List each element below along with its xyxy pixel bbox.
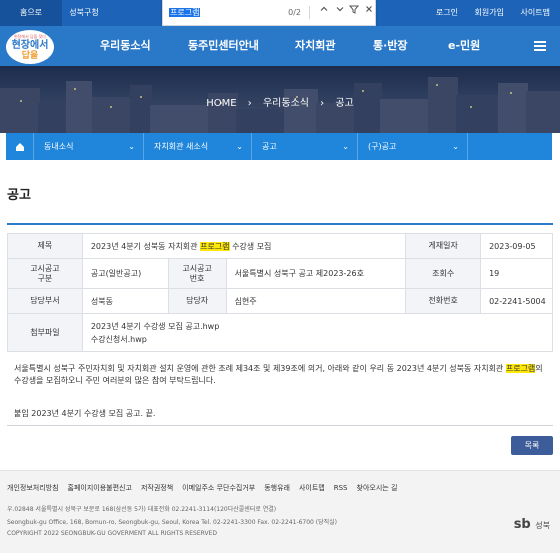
sub-nav: 동내소식 ⌄ 자치회관 새소식 ⌄ 공고 ⌄ (구)공고 ⌄ [6,133,552,160]
subnav-notice-label: 공고 [262,142,277,151]
sitemap-link[interactable]: 사이트맵 [521,8,550,17]
date-label: 게재일자 [405,233,482,259]
title-divider [7,223,553,225]
nav-item-center-info[interactable]: 동주민센터안내 [188,26,259,66]
views-label: 조회수 [405,258,482,289]
phone-label: 전화번호 [405,288,482,314]
subject-label: 제목 [7,233,83,259]
find-count: 0/2 [288,8,301,17]
seongbuk-gu-tab[interactable]: 성북구청 [62,0,106,26]
footer-link[interactable]: 사이트맵 [299,484,325,492]
subnav-notice[interactable]: 공고 ⌄ [252,133,358,160]
body-text: 서울특별시 성북구 주민자치회 및 자치회관 설치 운영에 관한 조례 제34조… [14,364,506,373]
phone-value: 02-2241-5004 [480,288,553,314]
find-query: 프로그램 [169,8,201,17]
content-divider [7,425,553,426]
type-label-line2: 구분 [37,273,53,283]
nav-item-tong-ban[interactable]: 통·반장 [373,26,408,66]
footer-link[interactable]: 홈페이지이용불편신고 [68,484,132,492]
login-link[interactable]: 로그인 [436,8,458,17]
footer-link[interactable]: 개인정보처리방침 [7,484,59,492]
home-tab[interactable]: 홈으로 [0,0,62,26]
logo-mark: sb [513,517,531,532]
subnav-hall-news-label: 자치회관 새소식 [154,142,209,151]
notice-info-table: 제목 2023년 4분기 성북동 자치회관 프로그램 수강생 모집 게재일자 2… [7,233,554,352]
notice-no-label-line2: 번호 [189,273,205,283]
logo-text: 성북 [535,521,550,530]
chevron-down-icon: ⌄ [452,142,459,151]
chevron-down-icon: ⌄ [128,142,135,151]
chevron-down-icon[interactable] [333,4,347,20]
attachments-label: 첨부파일 [7,313,83,352]
attachment-note: 붙임 2023년 4분기 수강생 모집 공고. 끝. [14,409,156,418]
site-logo[interactable]: 현장에서 답을 찾다 현장에서 답을 [4,28,56,66]
notice-no-label: 고시공고 번호 [167,258,227,289]
subnav-old-notice-label: (구)공고 [368,142,397,151]
breadcrumb: HOME › 우리동소식 › 공고 [0,94,560,109]
subject-text: 2023년 4분기 성북동 자치회관 [90,241,201,251]
subnav-dong-news[interactable]: 동내소식 ⌄ [34,133,144,160]
breadcrumb-separator-icon: › [320,98,325,109]
close-icon[interactable] [362,4,376,20]
notice-no-label-line1: 고시공고 [182,263,212,273]
footer-link[interactable]: 동행유래 [264,484,290,492]
nav-item-dong-news[interactable]: 우리동소식 [100,26,151,66]
subnav-old-notice[interactable]: (구)공고 ⌄ [358,133,468,160]
top-links: 로그인 회원가입 사이트맵 [422,0,550,26]
footer-copyright: COPYRIGHT 2022 SEONGBUK-GU GOVERMENT ALL… [7,530,217,537]
type-label-line1: 고시공고 [30,263,60,273]
footer-link[interactable]: RSS [334,484,348,492]
nav-item-community-hall[interactable]: 자치회관 [295,26,335,66]
footer-links: 개인정보처리방침 홈페이지이용불편신고 저작권정책 이메일주소 무단수집거부 동행유래 사… [7,483,406,493]
main-nav: 우리동소식 동주민센터안내 자치회관 통·반장 e-민원 [0,26,560,66]
notice-body: 서울특별시 성북구 주민자치회 및 자치회관 설치 운영에 관한 조례 제34조… [14,363,550,387]
home-icon[interactable] [6,133,34,160]
person-label: 담당자 [167,288,227,314]
nav-item-e-civil[interactable]: e-민원 [448,26,480,66]
body-highlight: 프로그램 [505,364,536,373]
dept-value: 성북동 [81,288,169,314]
chevron-down-icon: ⌄ [236,142,243,151]
attachments-value: 2023년 4분기 수강생 모집 공고.hwp 수강신청서.hwp [81,313,554,352]
chevron-up-icon[interactable] [317,4,331,20]
menu-icon[interactable] [534,41,546,51]
date-value: 2023-09-05 [480,233,553,259]
breadcrumb-separator-icon: › [247,98,252,109]
type-label: 고시공고 구분 [7,258,83,289]
attachment-file[interactable]: 수강신청서.hwp [91,333,552,346]
filter-icon[interactable] [347,4,361,20]
chevron-down-icon: ⌄ [342,142,349,151]
subject-text-end: 수강생 모집 [229,241,272,251]
footer-link[interactable]: 저작권정책 [141,484,173,492]
person-value: 심현주 [225,288,407,314]
footer-address: 우.02848 서울특별시 성북구 보문로 168(삼선동 5가) 대표전화 0… [7,506,277,513]
list-button[interactable]: 목록 [511,436,553,455]
subnav-dong-news-label: 동내소식 [44,142,74,151]
breadcrumb-notice: 공고 [335,98,354,109]
attachment-file[interactable]: 2023년 4분기 수강생 모집 공고.hwp [91,320,552,333]
find-divider [309,6,310,19]
subject-value: 2023년 4분기 성북동 자치회관 프로그램 수강생 모집 [81,233,407,259]
breadcrumb-home[interactable]: HOME [206,98,236,109]
logo-main: 현장에서 [11,40,49,51]
hero-banner: HOME › 우리동소식 › 공고 [0,66,560,133]
footer-link[interactable]: 이메일주소 무단수집거부 [182,484,255,492]
type-value: 공고(일반공고) [81,258,169,289]
breadcrumb-dong-news[interactable]: 우리동소식 [263,98,309,109]
views-value: 19 [480,258,553,289]
dept-label: 담당부서 [7,288,83,314]
notice-no-value: 서울특별시 성북구 공고 제2023-26호 [225,258,407,289]
footer: 개인정보처리방침 홈페이지이용불편신고 저작권정책 이메일주소 무단수집거부 동행유래 사… [0,470,560,553]
subject-highlight: 프로그램 [200,241,230,251]
logo-main-2: 답을 [21,51,39,61]
footer-link[interactable]: 찾아오시는 길 [357,484,398,492]
seongbuk-logo: sb 성북 [514,517,550,532]
subnav-hall-news[interactable]: 자치회관 새소식 ⌄ [144,133,252,160]
footer-address-en: Seongbuk-gu Office, 168, Bomun-ro, Seong… [7,519,338,526]
join-link[interactable]: 회원가입 [475,8,504,17]
find-bar: 프로그램 0/2 [162,0,376,26]
page-title: 공고 [7,188,31,203]
